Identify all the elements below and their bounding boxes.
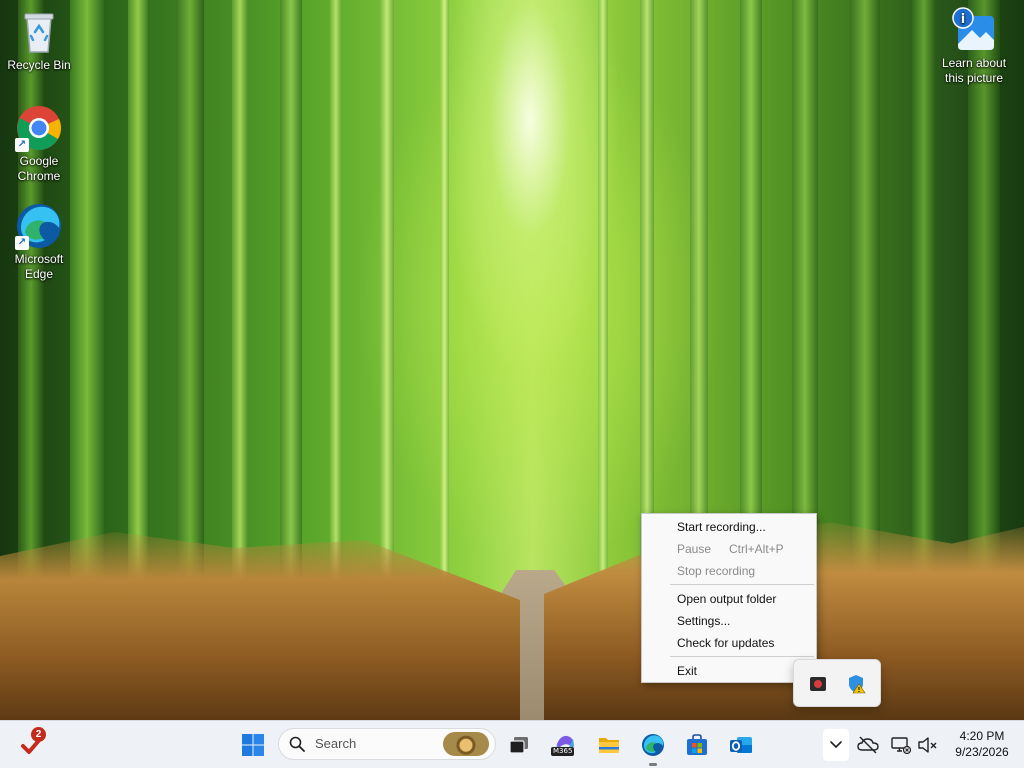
notification-count-badge: 2 bbox=[31, 727, 46, 742]
network-icon[interactable] bbox=[890, 734, 912, 756]
running-indicator bbox=[649, 763, 657, 766]
menu-item-label: Stop recording bbox=[677, 564, 756, 578]
menu-item-shortcut: Ctrl+Alt+P bbox=[729, 542, 784, 556]
m365-copilot-icon[interactable]: M365 bbox=[551, 733, 577, 757]
onedrive-offline-icon[interactable] bbox=[857, 734, 879, 756]
taskbar-search-box[interactable]: Search bbox=[278, 728, 496, 760]
task-view-icon[interactable] bbox=[507, 733, 531, 757]
menu-item-check-for-updates[interactable]: Check for updates bbox=[642, 632, 816, 654]
m365-label: M365 bbox=[551, 747, 575, 756]
menu-item-pause: Pause Ctrl+Alt+P bbox=[642, 538, 816, 560]
start-icon[interactable] bbox=[241, 733, 265, 757]
menu-item-stop-recording: Stop recording bbox=[642, 560, 816, 582]
outlook-icon[interactable] bbox=[729, 733, 753, 757]
menu-item-label: Exit bbox=[677, 664, 698, 678]
desktop-icon-label: Google Chrome bbox=[17, 154, 61, 183]
menu-item-label: Settings... bbox=[677, 614, 731, 628]
recorder-app-icon[interactable] bbox=[808, 674, 828, 694]
desktop-icon-label: Learn about this picture bbox=[941, 56, 1007, 85]
menu-separator bbox=[670, 584, 814, 585]
search-icon bbox=[289, 736, 305, 752]
shortcut-arrow-icon: ↗ bbox=[15, 236, 29, 250]
desktop-icon-learn-about-picture[interactable]: i Learn about this picture bbox=[936, 6, 1012, 86]
shortcut-arrow-icon: ↗ bbox=[15, 138, 29, 152]
clock-time: 4:20 PM bbox=[959, 729, 1005, 743]
menu-item-exit[interactable]: Exit bbox=[642, 660, 816, 682]
edge-icon[interactable] bbox=[641, 733, 665, 757]
clock-date: 9/23/2026 bbox=[955, 745, 1009, 759]
menu-item-label: Open output folder bbox=[677, 592, 777, 606]
taskbar: M365 bbox=[0, 720, 1024, 768]
security-warning-icon[interactable] bbox=[846, 674, 866, 694]
menu-item-start-recording[interactable]: Start recording... bbox=[642, 516, 816, 538]
desktop-icon-label: Recycle Bin bbox=[7, 58, 71, 72]
desktop-icon-label: Microsoft Edge bbox=[14, 252, 64, 281]
desktop-wallpaper bbox=[0, 0, 1024, 720]
menu-item-label: Check for updates bbox=[677, 636, 775, 650]
menu-item-open-output-folder[interactable]: Open output folder bbox=[642, 588, 816, 610]
search-highlight-image-icon bbox=[443, 732, 489, 756]
show-hidden-icons-chevron[interactable] bbox=[823, 729, 849, 761]
menu-item-settings[interactable]: Settings... bbox=[642, 610, 816, 632]
chrome-icon: ↗ bbox=[15, 104, 63, 152]
recycle-bin-icon bbox=[15, 8, 63, 56]
volume-muted-icon[interactable] bbox=[916, 734, 938, 756]
edge-icon: ↗ bbox=[15, 202, 63, 250]
menu-item-label: Pause bbox=[677, 542, 712, 556]
menu-separator bbox=[670, 656, 814, 657]
file-explorer-icon[interactable] bbox=[597, 733, 621, 757]
desktop-icon-google-chrome[interactable]: ↗ Google Chrome bbox=[1, 104, 77, 184]
microsoft-store-icon[interactable] bbox=[685, 733, 709, 757]
svg-text:i: i bbox=[961, 12, 965, 27]
tray-overflow-flyout bbox=[793, 659, 881, 707]
learn-picture-icon: i bbox=[950, 6, 998, 54]
desktop-icon-microsoft-edge[interactable]: ↗ Microsoft Edge bbox=[1, 202, 77, 282]
menu-item-label: Start recording... bbox=[677, 520, 766, 534]
taskbar-clock[interactable]: 4:20 PM 9/23/2026 bbox=[944, 728, 1020, 760]
search-placeholder: Search bbox=[315, 736, 357, 751]
recorder-context-menu: Start recording... Pause Ctrl+Alt+P Stop… bbox=[641, 513, 817, 683]
desktop-icon-recycle-bin[interactable]: Recycle Bin bbox=[1, 8, 77, 73]
